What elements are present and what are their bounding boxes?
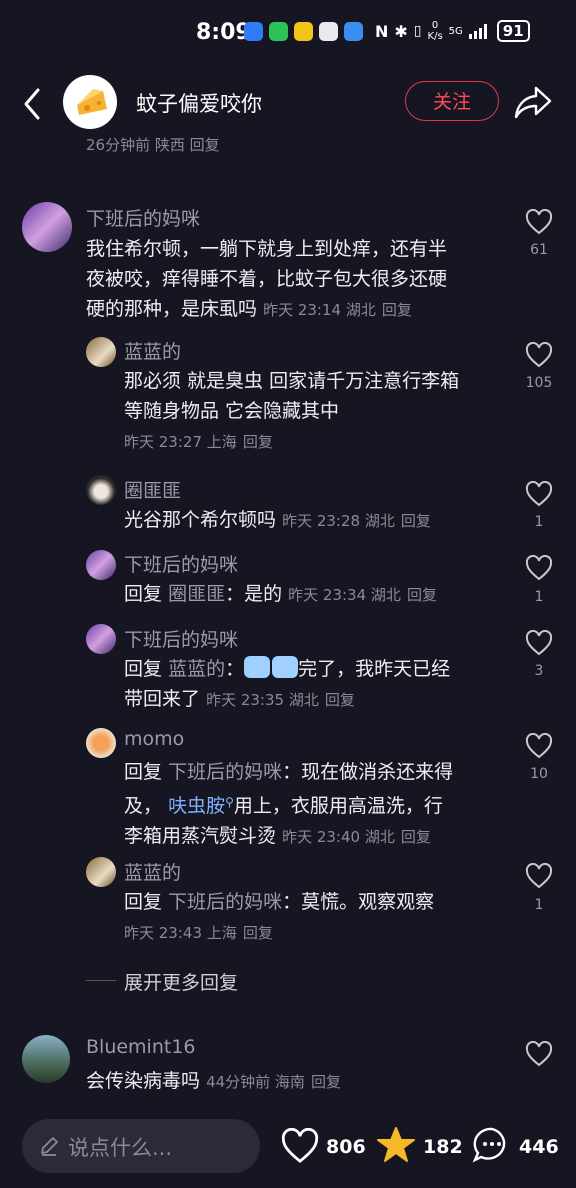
commenter-name[interactable]: 圈匪匪 bbox=[124, 476, 181, 503]
comment-text: 回复 圈匪匪：是的 昨天 23:34 湖北 回复 bbox=[124, 583, 437, 605]
follow-button[interactable]: 关注 bbox=[405, 81, 499, 121]
heart-icon[interactable] bbox=[525, 863, 553, 889]
comment-meta: 昨天 23:40 湖北 bbox=[282, 828, 395, 846]
comment-text: 那必须 就是臭虫 回家请千万注意行李箱 等随身物品 它会隐藏其中 昨天 23:2… bbox=[124, 370, 460, 451]
status-bar: 8:09 N ✱ ▯ 0 K/s 5G 91 bbox=[0, 0, 576, 66]
comment-text: 回复 下班后的妈咪：现在做消杀还来得 及， 呋虫胺⚲用上，衣服用高温洗，行 李箱… bbox=[124, 761, 454, 847]
share-icon[interactable] bbox=[514, 84, 552, 120]
bluetooth-icon: ✱ bbox=[394, 21, 408, 41]
avatar[interactable] bbox=[86, 475, 116, 505]
avatar[interactable] bbox=[86, 337, 116, 367]
like-count: 105 bbox=[525, 375, 553, 391]
reply-button[interactable]: 回复 bbox=[401, 512, 431, 530]
heart-icon[interactable] bbox=[525, 481, 553, 507]
comment-text: 会传染病毒吗 44分钟前 海南 回复 bbox=[86, 1070, 341, 1092]
reply-button[interactable]: 回复 bbox=[401, 828, 431, 846]
signal-label: 5G bbox=[448, 25, 463, 37]
reply-button[interactable]: 回复 bbox=[243, 924, 273, 942]
author-name[interactable]: 蚊子偏爱咬你 bbox=[136, 88, 262, 118]
comment-meta: 昨天 23:34 湖北 bbox=[288, 586, 401, 604]
comment-meta: 昨天 23:28 湖北 bbox=[282, 512, 395, 530]
like-count: 61 bbox=[530, 242, 548, 258]
author-avatar[interactable] bbox=[63, 75, 117, 129]
commenter-name[interactable]: 下班后的妈咪 bbox=[124, 550, 238, 577]
signal-icon bbox=[468, 24, 487, 39]
comment-meta: 昨天 23:35 湖北 bbox=[206, 691, 319, 709]
heart-icon[interactable] bbox=[525, 733, 553, 759]
like-count: 10 bbox=[530, 766, 548, 782]
battery-indicator: 91 bbox=[496, 20, 530, 42]
previous-comment-meta: 26分钟前 陕西 回复 bbox=[86, 136, 220, 154]
heart-icon[interactable] bbox=[525, 209, 553, 235]
vibrate-icon: ▯ bbox=[413, 23, 422, 39]
bottom-action-bar: 说点什么... 806 182 446 bbox=[0, 1104, 576, 1188]
commenter-name[interactable]: 蓝蓝的 bbox=[124, 337, 181, 364]
commenter-name[interactable]: 蓝蓝的 bbox=[124, 858, 181, 885]
comment-text: 我住希尔顿，一躺下就身上到处痒，还有半 夜被咬，痒得睡不着，比蚊子包大很多还硬 … bbox=[86, 238, 448, 320]
heart-icon[interactable] bbox=[525, 630, 553, 656]
avatar[interactable] bbox=[86, 624, 116, 654]
commenter-name[interactable]: momo bbox=[124, 728, 184, 750]
sticker-emoji-icon bbox=[244, 656, 271, 678]
shield-app-icon bbox=[244, 22, 263, 41]
wechat-icon bbox=[269, 22, 288, 41]
sticker-emoji-icon bbox=[272, 656, 299, 678]
avatar[interactable] bbox=[22, 1035, 70, 1083]
comment-input-placeholder: 说点什么... bbox=[68, 1136, 173, 1160]
commenter-name[interactable]: 下班后的妈咪 bbox=[124, 625, 238, 652]
avatar[interactable] bbox=[86, 857, 116, 887]
cheese-icon bbox=[77, 89, 107, 115]
avatar[interactable] bbox=[22, 202, 72, 252]
commenter-name[interactable]: Bluemint16 bbox=[86, 1036, 196, 1058]
reply-button[interactable]: 回复 bbox=[382, 301, 412, 319]
like-total: 806 bbox=[326, 1136, 366, 1158]
reply-target-name[interactable]: 下班后的妈咪 bbox=[168, 761, 282, 783]
status-system-icons: N ✱ ▯ 0 K/s 5G 91 bbox=[375, 20, 530, 42]
comment-bubble-icon[interactable] bbox=[472, 1126, 512, 1164]
comment-meta: 昨天 23:43 上海 bbox=[124, 924, 237, 942]
header: 蚊子偏爱咬你 关注 bbox=[0, 66, 576, 142]
expand-divider bbox=[86, 980, 116, 981]
comment-meta: 44分钟前 海南 bbox=[206, 1073, 305, 1091]
heart-icon[interactable] bbox=[525, 1041, 553, 1067]
nfc-icon: N bbox=[375, 21, 389, 41]
star-total: 182 bbox=[423, 1136, 463, 1158]
search-keyword-link[interactable]: 呋虫胺 bbox=[168, 795, 225, 817]
search-icon[interactable]: ⚲ bbox=[225, 795, 234, 809]
status-time: 8:09 bbox=[196, 20, 251, 45]
comment-text: 回复 蓝蓝的： 完了，我昨天已经 带回来了 昨天 23:35 湖北 回复 bbox=[124, 656, 451, 710]
comment-text: 回复 下班后的妈咪：莫慌。观察观察 昨天 23:43 上海 回复 bbox=[124, 891, 435, 942]
comment-text: 光谷那个希尔顿吗 昨天 23:28 湖北 回复 bbox=[124, 509, 431, 531]
back-icon[interactable] bbox=[18, 84, 50, 124]
heart-icon[interactable] bbox=[280, 1128, 320, 1164]
avatar[interactable] bbox=[86, 550, 116, 580]
reply-target-name[interactable]: 圈匪匪 bbox=[168, 583, 225, 605]
search-app-icon bbox=[344, 22, 363, 41]
star-icon[interactable] bbox=[376, 1126, 416, 1164]
avatar[interactable] bbox=[86, 728, 116, 758]
reply-target-name[interactable]: 下班后的妈咪 bbox=[168, 891, 282, 913]
reply-target-name[interactable]: 蓝蓝的 bbox=[168, 658, 225, 680]
heart-icon[interactable] bbox=[525, 342, 553, 368]
like-count: 1 bbox=[534, 514, 544, 530]
reply-button[interactable]: 回复 bbox=[243, 433, 273, 451]
like-count: 3 bbox=[534, 663, 544, 679]
message-app-icon bbox=[319, 22, 338, 41]
expand-more-replies-button[interactable]: 展开更多回复 bbox=[124, 968, 238, 995]
reply-button[interactable]: 回复 bbox=[311, 1073, 341, 1091]
net-speed: 0 K/s bbox=[427, 20, 443, 42]
status-app-icons bbox=[244, 22, 363, 41]
commenter-name[interactable]: 下班后的妈咪 bbox=[86, 204, 200, 231]
reply-button[interactable]: 回复 bbox=[325, 691, 355, 709]
comment-total: 446 bbox=[519, 1136, 559, 1158]
heart-icon[interactable] bbox=[525, 555, 553, 581]
pencil-icon bbox=[41, 1137, 58, 1156]
comment-meta: 昨天 23:27 上海 bbox=[124, 433, 237, 451]
like-count: 1 bbox=[534, 589, 544, 605]
reply-button[interactable]: 回复 bbox=[407, 586, 437, 604]
weibo-icon bbox=[294, 22, 313, 41]
like-count: 1 bbox=[534, 897, 544, 913]
comment-meta: 昨天 23:14 湖北 bbox=[263, 301, 376, 319]
